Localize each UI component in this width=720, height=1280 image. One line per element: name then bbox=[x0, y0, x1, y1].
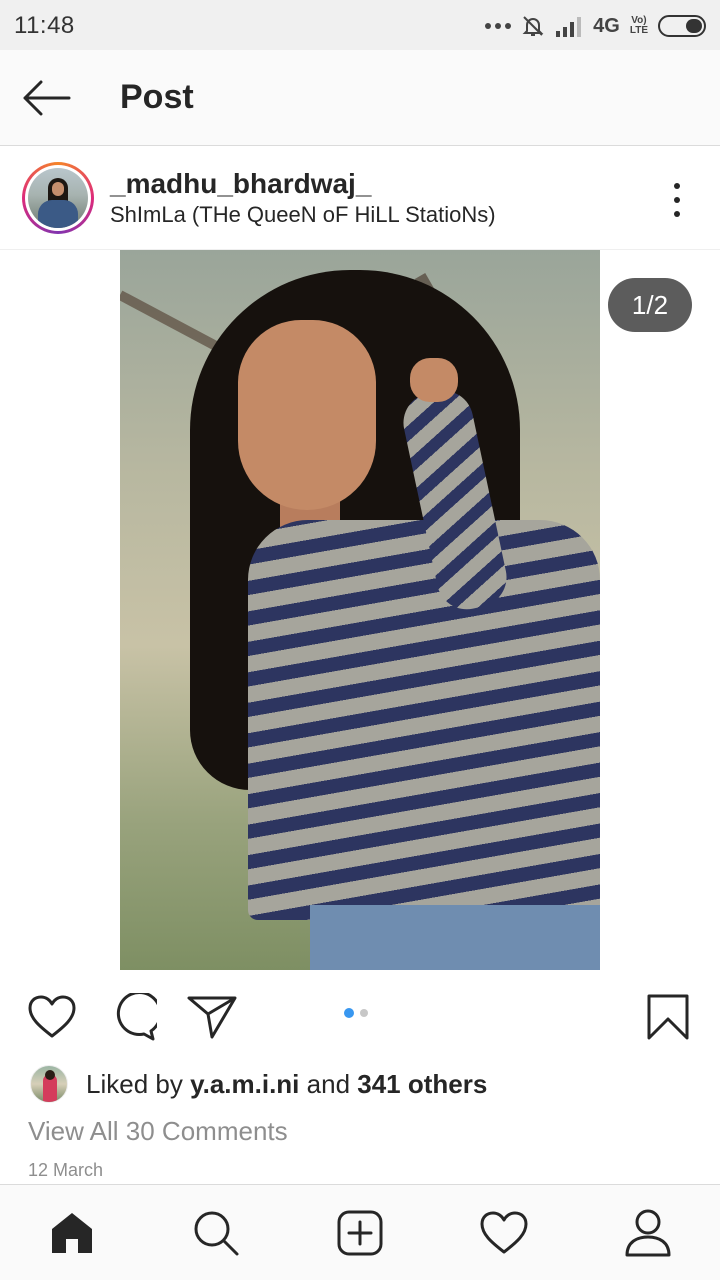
signal-icon bbox=[556, 17, 582, 37]
search-icon bbox=[194, 1211, 239, 1256]
nav-home[interactable] bbox=[44, 1205, 100, 1261]
share-icon bbox=[187, 996, 237, 1039]
nav-activity[interactable] bbox=[476, 1205, 532, 1261]
post-location[interactable]: ShImLa (THe QueeN oF HiLL StatioNs) bbox=[110, 202, 496, 228]
post-date: 12 March bbox=[28, 1160, 104, 1180]
like-button[interactable] bbox=[26, 992, 78, 1042]
more-dots-icon bbox=[485, 23, 512, 29]
author-username[interactable]: _madhu_bhardwaj_ bbox=[110, 168, 371, 200]
bookmark-icon bbox=[647, 994, 689, 1040]
status-icons: 4G Vo) LTE bbox=[485, 12, 706, 40]
profile-icon bbox=[625, 1209, 671, 1257]
back-button[interactable] bbox=[20, 74, 72, 122]
comment-icon bbox=[116, 993, 157, 1041]
activity-heart-icon bbox=[480, 1211, 528, 1254]
arrow-left-icon bbox=[23, 80, 71, 116]
heart-icon bbox=[28, 995, 76, 1038]
nav-add-post[interactable] bbox=[332, 1205, 388, 1261]
carousel-dot-active bbox=[344, 1008, 354, 1018]
save-button[interactable] bbox=[642, 992, 694, 1042]
comment-button[interactable] bbox=[106, 992, 158, 1042]
share-button[interactable] bbox=[186, 992, 238, 1042]
carousel-dot bbox=[360, 1009, 368, 1017]
page-title: Post bbox=[120, 78, 194, 116]
battery-icon bbox=[658, 15, 706, 37]
app-header: Post bbox=[0, 50, 720, 146]
view-comments-link[interactable]: View All 30 Comments bbox=[28, 1116, 288, 1147]
bottom-navigation bbox=[0, 1184, 720, 1280]
post-header: _madhu_bhardwaj_ ShImLa (THe QueeN oF Hi… bbox=[0, 148, 720, 250]
nav-profile[interactable] bbox=[620, 1205, 676, 1261]
status-time: 11:48 bbox=[14, 12, 75, 39]
liker-username[interactable]: y.a.m.i.ni bbox=[190, 1069, 299, 1099]
author-avatar[interactable] bbox=[22, 162, 94, 234]
bell-muted-icon bbox=[522, 16, 544, 36]
action-bar bbox=[0, 978, 720, 1054]
likes-summary[interactable]: Liked by y.a.m.i.ni and 341 others bbox=[30, 1064, 487, 1104]
nav-search[interactable] bbox=[188, 1205, 244, 1261]
image-counter-badge: 1/2 bbox=[608, 278, 692, 332]
network-type: 4G bbox=[593, 14, 620, 37]
more-options-button[interactable] bbox=[664, 180, 690, 220]
carousel-indicator bbox=[344, 1008, 368, 1018]
post-media[interactable]: 1/2 bbox=[0, 250, 720, 970]
add-post-icon bbox=[337, 1210, 383, 1256]
post-photo[interactable] bbox=[120, 250, 600, 970]
home-icon bbox=[52, 1213, 92, 1253]
likes-others[interactable]: 341 others bbox=[357, 1069, 487, 1099]
volte-indicator: Vo) LTE bbox=[629, 15, 648, 36]
liker-avatar[interactable] bbox=[30, 1065, 68, 1103]
status-bar: 11:48 4G Vo) LTE bbox=[0, 0, 720, 50]
likes-text[interactable]: Liked by y.a.m.i.ni and 341 others bbox=[86, 1069, 487, 1100]
